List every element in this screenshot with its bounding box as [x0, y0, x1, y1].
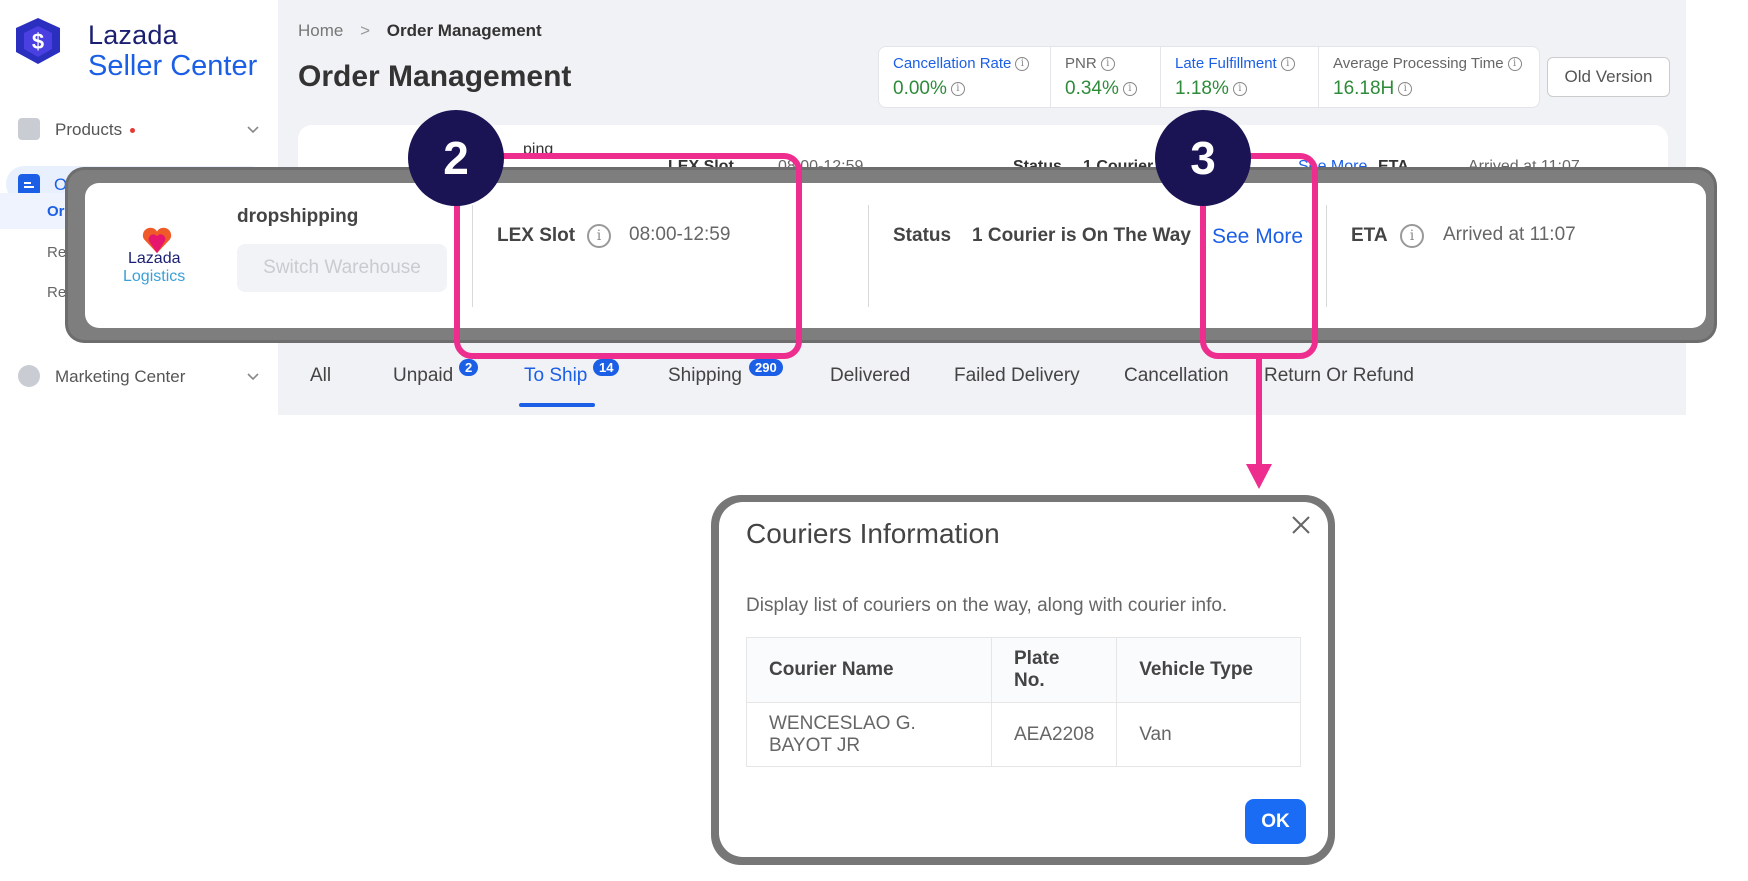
callout-number-badge: 3: [1155, 110, 1251, 206]
status-label: Status: [893, 225, 952, 246]
ok-button[interactable]: OK: [1245, 799, 1306, 844]
table-header-row: Courier Name Plate No. Vehicle Type: [746, 637, 1301, 703]
plate-number-cell: AEA2208: [990, 702, 1118, 767]
marketing-icon: [18, 365, 40, 387]
info-icon[interactable]: i: [1398, 81, 1413, 96]
tab-unpaid[interactable]: Unpaid 2: [393, 359, 479, 387]
tab-all[interactable]: All: [310, 365, 331, 387]
vehicle-type-cell: Van: [1116, 702, 1301, 767]
couriers-information-modal: Couriers Information Display list of cou…: [719, 502, 1328, 857]
sidebar-item-products[interactable]: Products: [0, 110, 278, 150]
breadcrumb-current: Order Management: [386, 21, 542, 40]
callout-connector-line: [1256, 355, 1262, 467]
tab-cancellation[interactable]: Cancellation: [1124, 365, 1229, 387]
info-icon[interactable]: i: [1400, 224, 1424, 248]
sidebar-item-marketing[interactable]: Marketing Center: [0, 357, 278, 397]
column-header: Courier Name: [746, 637, 992, 703]
metric-late-fulfillment[interactable]: Late Fulfillment i 1.18% i: [1161, 47, 1319, 107]
lazada-logo-icon: $: [16, 18, 60, 64]
status-value: 1 Courier is On The Way: [972, 225, 1191, 246]
column-header: Vehicle Type: [1116, 637, 1301, 703]
sidebar-item-label: Products: [55, 120, 123, 139]
eta-value: Arrived at 11:07: [1443, 224, 1576, 245]
tab-delivered[interactable]: Delivered: [830, 365, 910, 387]
brand-subtitle: Seller Center: [88, 50, 258, 82]
breadcrumb-separator: >: [360, 21, 371, 40]
metric-pnr[interactable]: PNR i 0.34% i: [1051, 47, 1161, 107]
table-row: WENCESLAO G. BAYOT JR AEA2208 Van: [746, 702, 1301, 767]
column-header: Plate No.: [990, 637, 1118, 703]
old-version-button[interactable]: Old Version: [1547, 57, 1670, 97]
warehouse-name: dropshipping: [237, 206, 359, 227]
brand-logo[interactable]: $ Lazada Seller Center: [12, 16, 272, 86]
brand-name: Lazada: [88, 20, 178, 50]
breadcrumb-home[interactable]: Home: [298, 21, 343, 40]
close-icon[interactable]: [1288, 512, 1314, 538]
tab-failed-delivery[interactable]: Failed Delivery: [954, 365, 1080, 387]
divider: [868, 205, 869, 307]
arrow-down-icon: [1246, 464, 1272, 489]
info-icon[interactable]: i: [1122, 81, 1137, 96]
notification-dot: [130, 128, 136, 134]
info-icon[interactable]: i: [950, 81, 965, 96]
breadcrumb: Home > Order Management: [298, 21, 542, 41]
modal-title: Couriers Information: [746, 518, 1000, 549]
count-badge: 2: [459, 359, 479, 376]
courier-name-cell: WENCESLAO G. BAYOT JR: [746, 702, 992, 767]
products-icon: [18, 118, 40, 140]
modal-description: Display list of couriers on the way, alo…: [746, 595, 1228, 616]
count-badge: 290: [749, 359, 783, 376]
chevron-down-icon[interactable]: [244, 120, 262, 138]
info-icon[interactable]: i: [1507, 57, 1522, 72]
metrics-panel: Cancellation Rate i 0.00% i PNR i 0.34% i La…: [878, 46, 1540, 108]
info-icon[interactable]: i: [1280, 57, 1295, 72]
info-icon[interactable]: i: [1015, 57, 1030, 72]
page-title: Order Management: [298, 60, 572, 93]
couriers-table: Courier Name Plate No. Vehicle Type WENC…: [746, 637, 1301, 767]
count-badge: 14: [593, 359, 620, 376]
callout-box-lex-slot: [454, 153, 802, 359]
logistics-logo-text: Lazada: [128, 250, 181, 267]
logistics-logo-subtext: Logistics: [123, 268, 186, 285]
order-status-tabs: All Unpaid 2 To Ship 14 Shipping 290 Delive…: [298, 359, 1668, 410]
info-icon[interactable]: i: [1232, 81, 1247, 96]
eta-label: ETA: [1351, 225, 1388, 246]
active-tab-indicator: [519, 403, 595, 407]
callout-number-badge: 2: [408, 110, 504, 206]
tab-return-or-refund[interactable]: Return Or Refund: [1264, 365, 1414, 387]
sidebar-item-label: Marketing Center: [55, 367, 186, 386]
tab-to-ship[interactable]: To Ship 14: [524, 359, 620, 387]
info-icon[interactable]: i: [1100, 57, 1115, 72]
tab-shipping[interactable]: Shipping 290: [668, 359, 783, 387]
metric-cancellation-rate[interactable]: Cancellation Rate i 0.00% i: [879, 47, 1051, 107]
switch-warehouse-button[interactable]: Switch Warehouse: [237, 244, 447, 292]
metric-average-processing-time[interactable]: Average Processing Time i 16.18H i: [1319, 47, 1539, 107]
divider: [1326, 205, 1327, 307]
svg-text:$: $: [32, 29, 44, 54]
chevron-down-icon[interactable]: [244, 367, 262, 385]
